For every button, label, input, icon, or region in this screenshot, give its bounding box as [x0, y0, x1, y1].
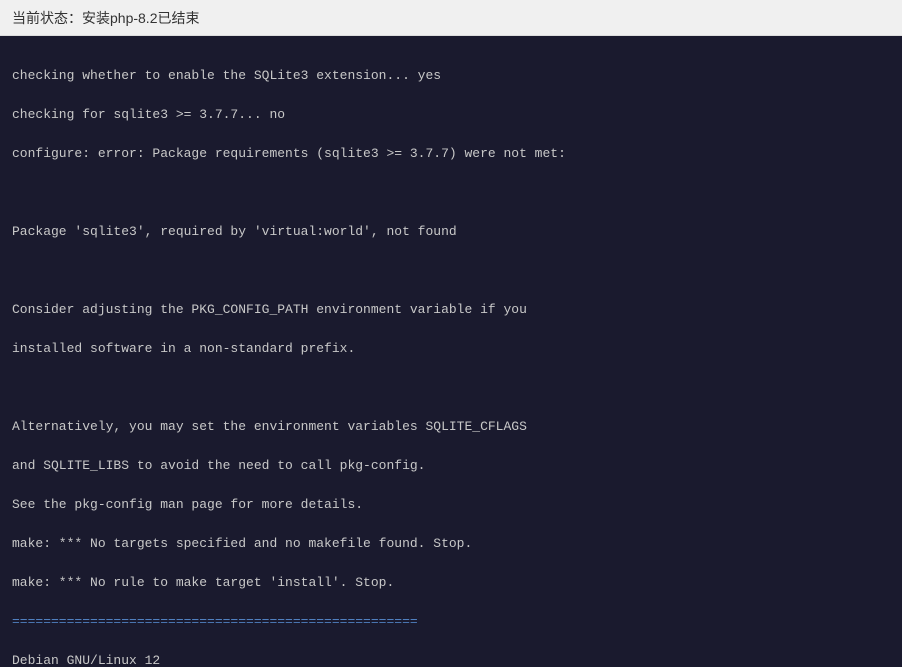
terminal-line	[12, 261, 890, 281]
terminal-line: Consider adjusting the PKG_CONFIG_PATH e…	[12, 300, 890, 320]
terminal-output: checking whether to enable the SQLite3 e…	[0, 36, 902, 667]
terminal-line: configure: error: Package requirements (…	[12, 144, 890, 164]
terminal-line: make: *** No rule to make target 'instal…	[12, 573, 890, 593]
terminal-line: and SQLITE_LIBS to avoid the need to cal…	[12, 456, 890, 476]
terminal-line: Alternatively, you may set the environme…	[12, 417, 890, 437]
terminal-line: ========================================…	[12, 612, 890, 632]
terminal-line: installed software in a non-standard pre…	[12, 339, 890, 359]
status-bar: 当前状态： 安装php-8.2已结束	[0, 0, 902, 36]
terminal-line	[12, 183, 890, 203]
terminal-line: See the pkg-config man page for more det…	[12, 495, 890, 515]
terminal-line	[12, 378, 890, 398]
terminal-line: make: *** No targets specified and no ma…	[12, 534, 890, 554]
terminal-line: Debian GNU/Linux 12	[12, 651, 890, 667]
terminal-line: Package 'sqlite3', required by 'virtual:…	[12, 222, 890, 242]
terminal-line: checking for sqlite3 >= 3.7.7... no	[12, 105, 890, 125]
terminal-line: checking whether to enable the SQLite3 e…	[12, 66, 890, 86]
status-label: 当前状态：	[12, 8, 82, 28]
status-value: 安装php-8.2已结束	[82, 8, 199, 28]
